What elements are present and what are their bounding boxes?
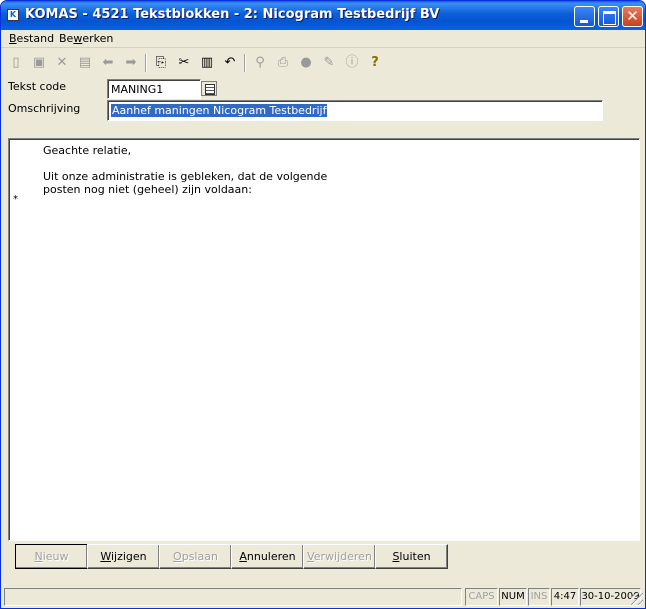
previous-icon[interactable]: ⬅ [99, 54, 117, 72]
annuleren-button[interactable]: Annuleren [231, 544, 304, 569]
lookup-button[interactable] [201, 81, 217, 96]
copy-icon[interactable]: ⎘ [152, 54, 170, 72]
omschrijving-value: Aanhef maningen Nicogram Testbedrijf [111, 104, 328, 117]
button-bar: Nieuw Wijzigen Opslaan Annuleren Verwijd… [1, 544, 645, 570]
menu-bar: Bestand Bewerken [1, 30, 645, 48]
tekst-code-field[interactable]: MANING1 [107, 79, 201, 99]
wijzigen-button[interactable]: Wijzigen [87, 544, 160, 569]
paste-icon[interactable]: ▥ [198, 54, 216, 72]
stamp-icon[interactable]: ● [297, 54, 315, 72]
opslaan-button[interactable]: Opslaan [159, 544, 232, 569]
text-editor[interactable]: Geachte relatie, Uit onze administratie … [8, 138, 640, 541]
tekst-code-label: Tekst code [8, 80, 67, 93]
maximize-button[interactable] [598, 6, 619, 27]
cut-icon[interactable]: ✂ [175, 54, 193, 72]
menu-bewerken[interactable]: Bewerken [59, 32, 113, 45]
nieuw-button[interactable]: Nieuw [15, 544, 88, 569]
delete-icon[interactable]: ✕ [53, 54, 71, 72]
status-message [4, 588, 462, 606]
status-ins: INS [528, 588, 550, 606]
info-icon[interactable]: ⓘ [343, 54, 361, 72]
resize-grip[interactable] [631, 593, 643, 605]
sluiten-button[interactable]: Sluiten [375, 544, 448, 569]
help-icon[interactable]: ? [366, 54, 384, 72]
toolbar-separator [244, 54, 246, 72]
save-close-icon[interactable]: ▤ [76, 54, 94, 72]
window-title: KOMAS - 4521 Tekstblokken - 2: Nicogram … [25, 7, 440, 22]
new-icon[interactable]: ▯ [7, 54, 25, 72]
menu-bestand[interactable]: Bestand [9, 32, 54, 45]
main-window: K KOMAS - 4521 Tekstblokken - 2: Nicogra… [0, 0, 646, 609]
toolbar-separator [145, 54, 147, 72]
edit-icon[interactable]: ✎ [320, 54, 338, 72]
editor-marker: * [13, 194, 18, 205]
app-icon[interactable]: K [7, 9, 19, 21]
undo-icon[interactable]: ↶ [221, 54, 239, 72]
status-caps: CAPS [465, 588, 498, 606]
editor-line: posten nog niet (geheel) zijn voldaan: [43, 183, 252, 196]
close-icon: ✕ [626, 7, 639, 25]
editor-line: Uit onze administratie is gebleken, dat … [43, 170, 328, 183]
editor-line: Geachte relatie, [43, 144, 132, 157]
find-icon[interactable]: ⚲ [251, 54, 269, 72]
save-icon[interactable]: ▣ [30, 54, 48, 72]
next-icon[interactable]: ➡ [122, 54, 140, 72]
print-icon[interactable]: ⎙ [274, 54, 292, 72]
close-button[interactable]: ✕ [622, 6, 643, 27]
status-num: NUM [499, 588, 527, 606]
title-bar[interactable]: K KOMAS - 4521 Tekstblokken - 2: Nicogra… [1, 1, 645, 30]
verwijderen-button[interactable]: Verwijderen [303, 544, 376, 569]
omschrijving-field[interactable]: Aanhef maningen Nicogram Testbedrijf [107, 100, 603, 121]
omschrijving-label: Omschrijving [8, 102, 81, 115]
status-bar: CAPS NUM INS 4:47 30-10-2009 [1, 585, 645, 607]
toolbar: ▯ ▣ ✕ ▤ ⬅ ➡ ⎘ ✂ ▥ ↶ ⚲ ⎙ ● ✎ ⓘ ? [1, 50, 645, 76]
status-time: 4:47 [551, 588, 579, 606]
minimize-button[interactable] [574, 6, 595, 27]
